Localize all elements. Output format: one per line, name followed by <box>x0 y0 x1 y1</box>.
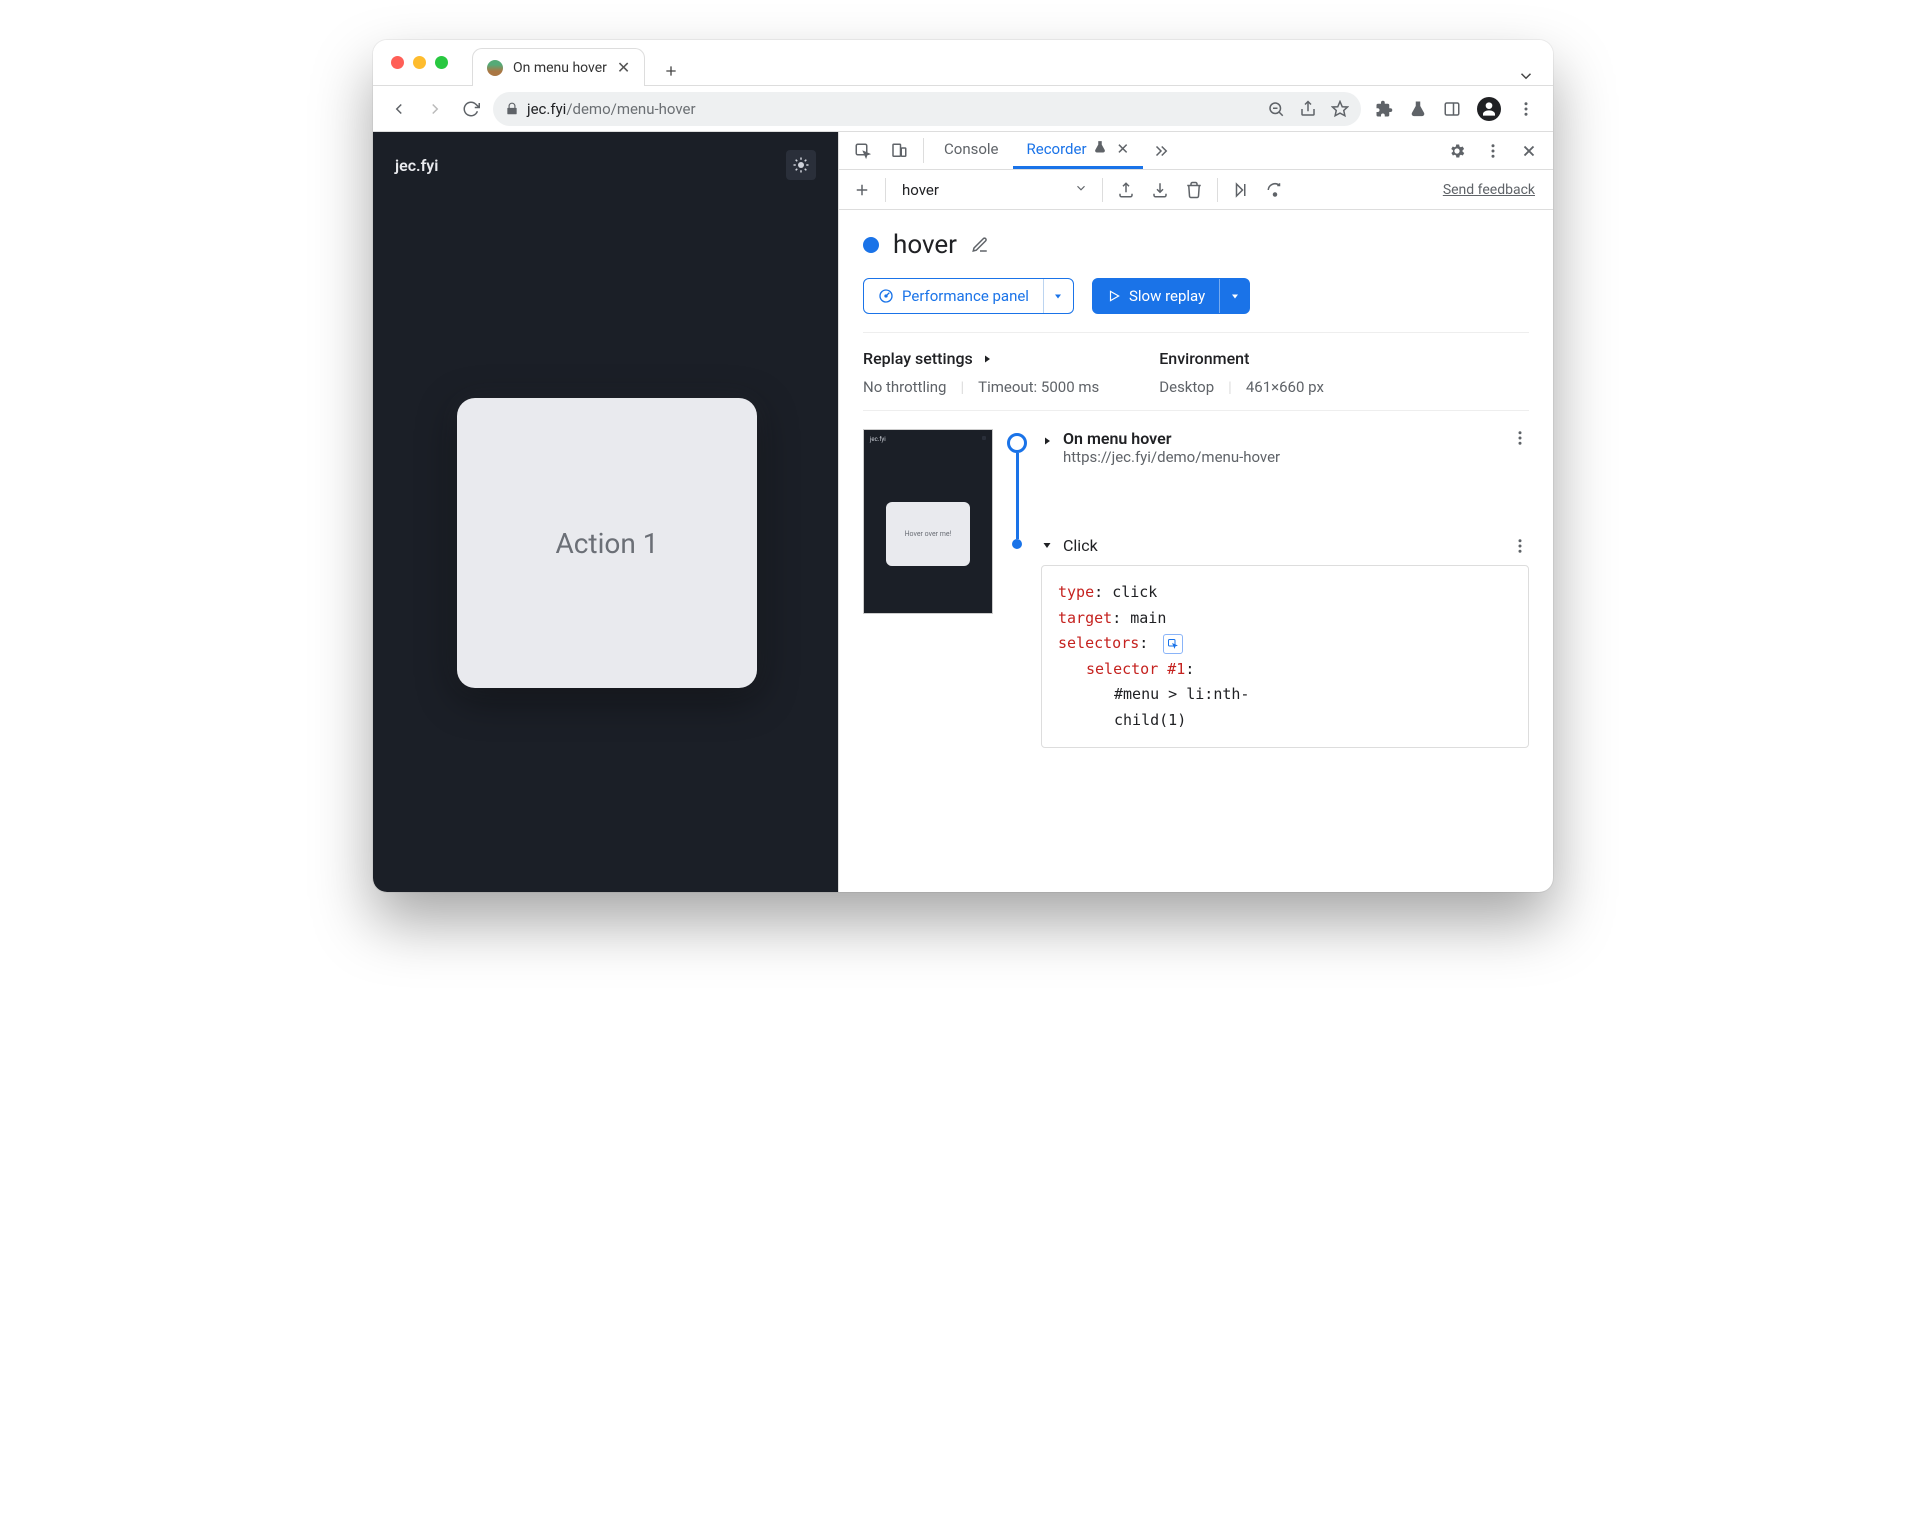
recorder-toolbar: hover Send feedback <box>839 170 1553 210</box>
timeout-value: Timeout: 5000 ms <box>978 378 1099 396</box>
step2-menu-icon[interactable] <box>1511 537 1529 555</box>
step2-label: Click <box>1063 536 1098 555</box>
lock-icon <box>505 102 519 116</box>
close-window-button[interactable] <box>391 56 404 69</box>
tab-console[interactable]: Console <box>930 132 1013 169</box>
step-title: On menu hover <box>1063 429 1280 448</box>
close-devtools-icon[interactable] <box>1511 132 1547 169</box>
step2-caret-icon[interactable] <box>1041 536 1053 555</box>
tabstrip-chevron-icon[interactable] <box>1517 67 1535 85</box>
tabstrip: On menu hover ✕ <box>472 40 1553 85</box>
card-label: Action 1 <box>555 527 658 560</box>
more-tabs-icon[interactable] <box>1143 132 1179 169</box>
url-text: jec.fyi/demo/menu-hover <box>527 100 1259 118</box>
close-tab-icon[interactable]: ✕ <box>1117 140 1130 158</box>
env-viewport: 461×660 px <box>1246 378 1324 396</box>
recording-title-row: hover <box>863 230 1529 260</box>
new-tab-button[interactable] <box>657 57 685 85</box>
traffic-lights <box>373 56 448 69</box>
recording-status-dot <box>863 237 879 253</box>
page-brand: jec.fyi <box>395 156 438 175</box>
env-device: Desktop <box>1159 378 1214 396</box>
steps-area: jec.fyi Hover over me! <box>863 429 1529 748</box>
theme-toggle-button[interactable] <box>786 150 816 180</box>
perf-dropdown-icon[interactable] <box>1043 279 1073 313</box>
selector-picker-icon[interactable] <box>1163 634 1183 654</box>
new-recording-button[interactable] <box>847 175 877 205</box>
edit-title-icon[interactable] <box>971 236 989 254</box>
sidepanel-icon[interactable] <box>1443 100 1461 118</box>
replay-dropdown-icon[interactable] <box>1219 279 1249 313</box>
timeline-rail <box>1007 429 1027 748</box>
urlbar-row: jec.fyi/demo/menu-hover <box>373 86 1553 132</box>
profile-avatar[interactable] <box>1477 97 1501 121</box>
send-feedback-link[interactable]: Send feedback <box>1443 182 1535 198</box>
url-field[interactable]: jec.fyi/demo/menu-hover <box>493 92 1361 126</box>
environment-heading: Environment <box>1159 349 1324 368</box>
settings-block: Replay settings No throttling | Timeout:… <box>863 332 1529 411</box>
step-menu-icon[interactable] <box>1511 429 1529 447</box>
step-over-button[interactable] <box>1260 175 1290 205</box>
performance-panel-button[interactable]: Performance panel <box>863 278 1074 314</box>
share-icon[interactable] <box>1299 100 1317 118</box>
recorder-body: hover Performance panel Slo <box>839 210 1553 768</box>
inspect-icon[interactable] <box>845 132 881 169</box>
reload-button[interactable] <box>457 95 485 123</box>
zoom-icon[interactable] <box>1267 100 1285 118</box>
browser-window: On menu hover ✕ jec.fyi/demo/menu-hover <box>373 40 1553 892</box>
export-button[interactable] <box>1111 175 1141 205</box>
extensions-icon[interactable] <box>1375 100 1393 118</box>
demo-card[interactable]: Action 1 <box>457 398 757 688</box>
step-thumbnail[interactable]: jec.fyi Hover over me! <box>863 429 993 614</box>
devtools-tabbar: Console Recorder ✕ <box>839 132 1553 170</box>
tab-title: On menu hover <box>513 60 607 76</box>
chevron-down-icon <box>1074 181 1088 199</box>
thumb-card: Hover over me! <box>886 502 970 566</box>
devtools-panel: Console Recorder ✕ hover <box>838 132 1553 892</box>
back-button[interactable] <box>385 95 413 123</box>
maximize-window-button[interactable] <box>435 56 448 69</box>
replay-settings-heading[interactable]: Replay settings <box>863 349 1099 368</box>
titlebar: On menu hover ✕ <box>373 40 1553 86</box>
recording-title: hover <box>893 230 957 260</box>
forward-button[interactable] <box>421 95 449 123</box>
bookmark-icon[interactable] <box>1331 100 1349 118</box>
recording-select[interactable]: hover <box>894 181 1094 199</box>
content-split: jec.fyi Action 1 Console Recorder ✕ <box>373 132 1553 892</box>
slow-replay-button[interactable]: Slow replay <box>1092 278 1250 314</box>
settings-icon[interactable] <box>1439 132 1475 169</box>
labs-icon[interactable] <box>1409 100 1427 118</box>
import-button[interactable] <box>1145 175 1175 205</box>
throttling-value: No throttling <box>863 378 946 396</box>
step-button[interactable] <box>1226 175 1256 205</box>
device-toggle-icon[interactable] <box>881 132 917 169</box>
menu-icon[interactable] <box>1517 100 1535 118</box>
step-url: https://jec.fyi/demo/menu-hover <box>1063 448 1280 466</box>
tab-recorder[interactable]: Recorder ✕ <box>1013 132 1144 169</box>
browser-tab[interactable]: On menu hover ✕ <box>472 48 645 86</box>
step-caret-icon[interactable] <box>1041 432 1053 451</box>
favicon-icon <box>487 60 503 76</box>
minimize-window-button[interactable] <box>413 56 426 69</box>
close-tab-icon[interactable]: ✕ <box>617 58 630 77</box>
pin-icon <box>1093 140 1107 158</box>
step-code-box[interactable]: type: click target: main selectors: sele… <box>1041 565 1529 748</box>
delete-button[interactable] <box>1179 175 1209 205</box>
devtools-menu-icon[interactable] <box>1475 132 1511 169</box>
page-viewport: jec.fyi Action 1 <box>373 132 838 892</box>
